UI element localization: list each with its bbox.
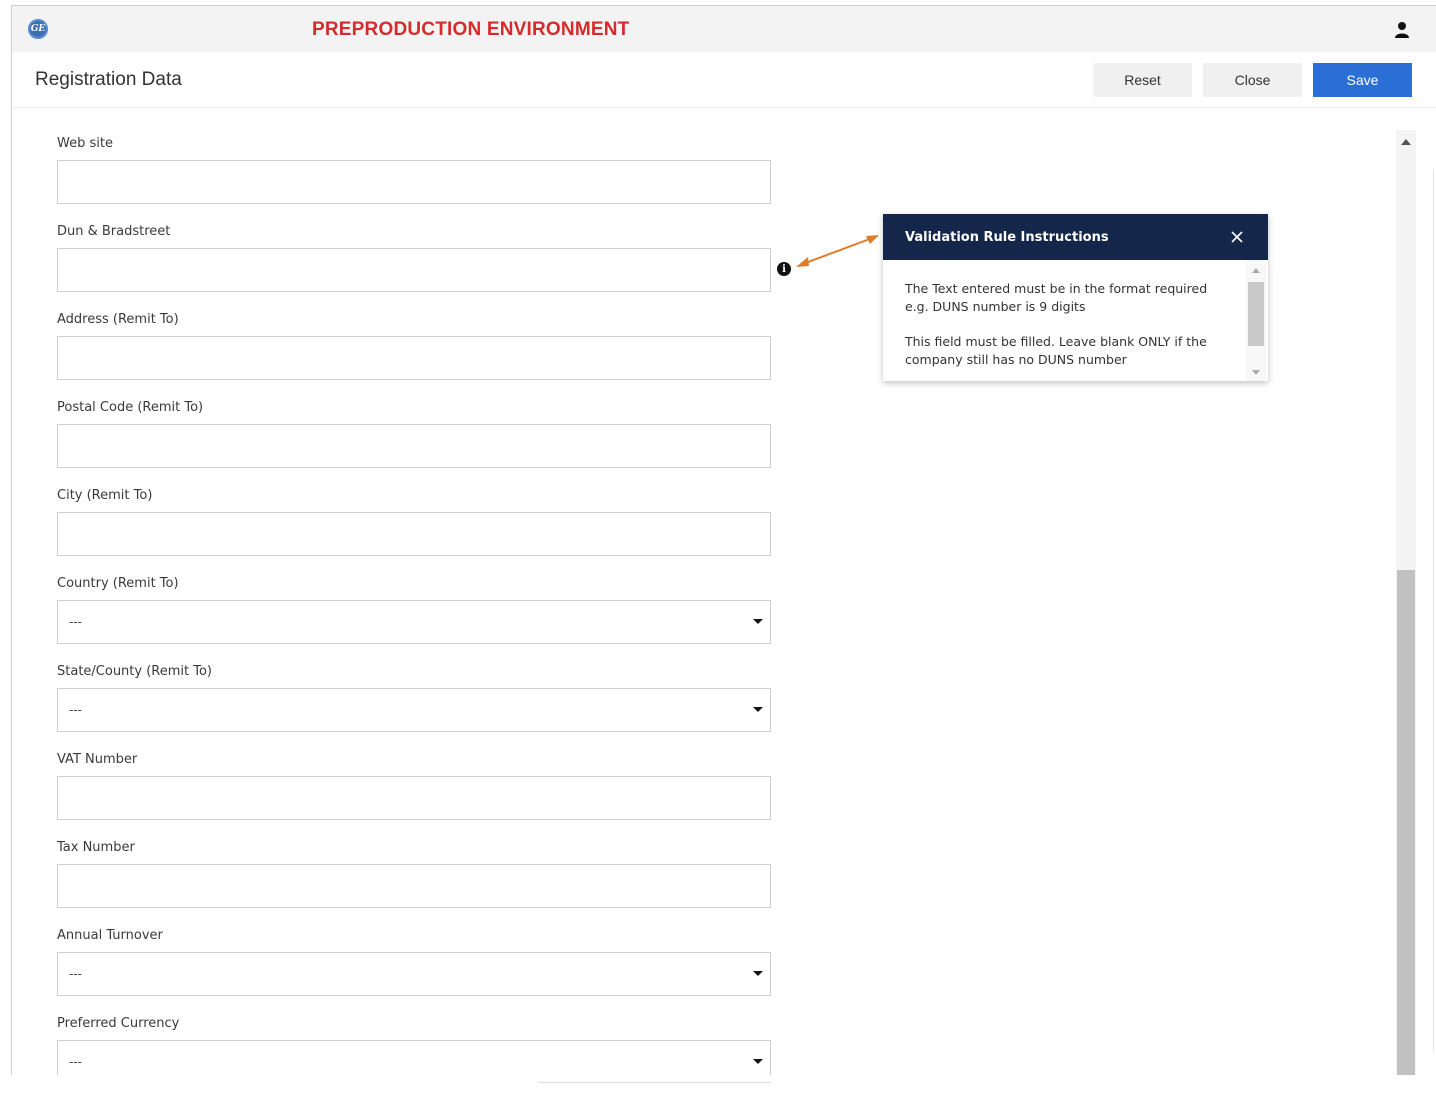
field-label: Postal Code (Remit To) — [57, 400, 204, 415]
page-bottom — [11, 1075, 1436, 1100]
tax-number-input[interactable] — [57, 864, 771, 908]
close-icon[interactable] — [1229, 229, 1245, 245]
scroll-thumb[interactable] — [1397, 570, 1415, 1085]
environment-label: PREPRODUCTION ENVIRONMENT — [312, 19, 630, 40]
field-label: State/County (Remit To) — [57, 664, 213, 679]
page-header: Registration Data Reset Close Save — [12, 52, 1436, 108]
popup-header: Validation Rule Instructions — [883, 214, 1268, 260]
dun-bradstreet-input[interactable] — [57, 248, 771, 292]
state-county-select[interactable]: --- — [57, 688, 771, 732]
select-value: --- — [69, 615, 82, 629]
ge-logo-icon[interactable]: GE — [28, 19, 48, 39]
field-label: Address (Remit To) — [57, 312, 179, 327]
scroll-up-icon[interactable] — [1401, 139, 1411, 145]
window-frame-left — [11, 5, 12, 1075]
field-label: Tax Number — [57, 840, 135, 855]
save-button[interactable]: Save — [1313, 63, 1412, 97]
top-bar: GE PREPRODUCTION ENVIRONMENT — [12, 6, 1436, 52]
select-value: --- — [69, 967, 82, 981]
user-icon[interactable] — [1393, 21, 1411, 39]
close-button[interactable]: Close — [1203, 63, 1302, 97]
field-label: Country (Remit To) — [57, 576, 179, 591]
divider — [538, 1082, 771, 1083]
validation-rule-popup: Validation Rule Instructions The Text en… — [883, 214, 1268, 381]
field-label: Preferred Currency — [57, 1016, 180, 1031]
web-site-input[interactable] — [57, 160, 771, 204]
chevron-down-icon — [753, 619, 763, 624]
city-input[interactable] — [57, 512, 771, 556]
annual-turnover-select[interactable]: --- — [57, 952, 771, 996]
reset-button[interactable]: Reset — [1093, 63, 1192, 97]
scroll-up-icon[interactable] — [1252, 268, 1260, 273]
scroll-down-icon[interactable] — [1252, 370, 1260, 375]
popup-text: This field must be filled. Leave blank O… — [905, 334, 1207, 367]
select-value: --- — [69, 1055, 82, 1069]
info-icon[interactable]: i — [777, 262, 791, 276]
field-label: Dun & Bradstreet — [57, 224, 171, 239]
address-input[interactable] — [57, 336, 771, 380]
page-scrollbar[interactable] — [1396, 130, 1416, 1100]
chevron-down-icon — [753, 1059, 763, 1064]
field-label: City (Remit To) — [57, 488, 153, 503]
chevron-down-icon — [753, 971, 763, 976]
chevron-down-icon — [753, 707, 763, 712]
vat-number-input[interactable] — [57, 776, 771, 820]
country-select[interactable]: --- — [57, 600, 771, 644]
popup-scrollbar[interactable] — [1246, 260, 1266, 381]
window-frame-right — [1433, 170, 1434, 1050]
page-title: Registration Data — [35, 69, 182, 90]
field-label: VAT Number — [57, 752, 138, 767]
annotation-arrow — [796, 235, 879, 267]
field-label: Annual Turnover — [57, 928, 163, 943]
popup-body: The Text entered must be in the format r… — [905, 280, 1223, 386]
popup-text: The Text entered must be in the format r… — [905, 281, 1208, 314]
select-value: --- — [69, 703, 82, 717]
popup-title: Validation Rule Instructions — [905, 230, 1109, 245]
postal-code-input[interactable] — [57, 424, 771, 468]
scroll-thumb[interactable] — [1248, 282, 1264, 346]
field-label: Web site — [57, 136, 113, 151]
